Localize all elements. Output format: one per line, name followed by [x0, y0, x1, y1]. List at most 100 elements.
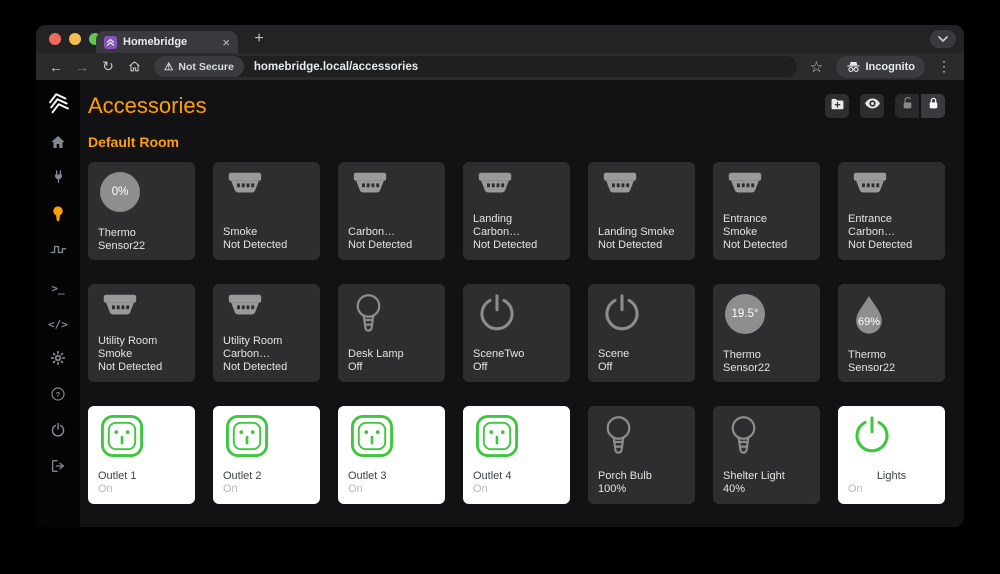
traffic-lights: [49, 33, 101, 45]
accessory-tile-smoke[interactable]: Smoke Not Detected: [213, 162, 320, 260]
homebridge-logo[interactable]: [36, 80, 80, 126]
accessory-name: Utility Room Carbon…: [223, 335, 283, 360]
accessory-status: On: [348, 483, 363, 495]
accessory-tile-outlet3[interactable]: Outlet 3 On: [338, 406, 445, 504]
outlet-icon: [225, 414, 269, 462]
tab-close-icon[interactable]: ×: [222, 36, 230, 49]
sidebar-item-settings[interactable]: [36, 342, 80, 378]
accessory-text: Entrance Smoke Not Detected: [723, 213, 810, 252]
sidebar-item-home[interactable]: [36, 126, 80, 162]
sensor-value-badge: 19.5°: [725, 294, 765, 334]
accessory-tile-landing-carbon[interactable]: Landing Carbon… Not Detected: [463, 162, 570, 260]
accessory-tile-thermo-sensor22[interactable]: 0% Thermo Sensor22: [88, 162, 195, 260]
browser-tab[interactable]: Homebridge ×: [96, 31, 238, 53]
sensor-value: 0%: [111, 186, 129, 198]
unlock-icon: [901, 96, 914, 116]
bookmark-star-icon[interactable]: ☆: [805, 56, 829, 78]
back-button[interactable]: ←: [44, 56, 68, 78]
page-header: Accessories: [88, 93, 945, 119]
accessory-tile-lights[interactable]: Lights On: [838, 406, 945, 504]
sidebar-item-terminal[interactable]: >_: [36, 270, 80, 306]
not-secure-badge[interactable]: ⚠ Not Secure: [154, 56, 244, 77]
accessory-status: Not Detected: [348, 239, 413, 251]
accessory-tile-outlet1[interactable]: Outlet 1 On: [88, 406, 195, 504]
accessory-text: Utility Room Smoke Not Detected: [98, 335, 185, 374]
sidebar-item-power[interactable]: [36, 414, 80, 450]
accessory-status: On: [473, 483, 488, 495]
close-window-button[interactable]: [49, 33, 61, 45]
accessory-status: Off: [598, 361, 613, 373]
smoke-icon: [225, 172, 265, 201]
accessory-text: Lights On: [848, 470, 935, 497]
eye-button[interactable]: [860, 94, 884, 118]
sidebar-item-help[interactable]: ?: [36, 378, 80, 414]
accessory-text: Outlet 4 On: [473, 470, 560, 497]
address-bar[interactable]: ⚠ Not Secure homebridge.local/accessorie…: [154, 56, 797, 77]
minimize-window-button[interactable]: [69, 33, 81, 45]
power-icon: [600, 294, 644, 340]
accessory-tile-scene[interactable]: Scene Off: [588, 284, 695, 382]
outlet-icon: [475, 414, 519, 462]
folder-add-button[interactable]: [825, 94, 849, 118]
accessory-name: Thermo Sensor22: [98, 227, 146, 252]
accessory-tile-porchbulb[interactable]: Porch Bulb 100%: [588, 406, 695, 504]
accessory-tile-entrance-carbon[interactable]: Entrance Carbon… Not Detected: [838, 162, 945, 260]
accessory-name: Entrance Carbon…: [848, 213, 896, 238]
accessory-name: Outlet 4: [473, 469, 512, 482]
accessory-text: Landing Smoke Not Detected: [598, 226, 685, 253]
accessory-status: Not Detected: [473, 239, 538, 251]
incognito-badge: Incognito: [835, 55, 925, 78]
unlock-button[interactable]: [895, 94, 919, 118]
lock-icon: [927, 96, 940, 116]
sidebar-item-code[interactable]: </>: [36, 306, 80, 342]
accessory-tile-scenetwo[interactable]: SceneTwo Off: [463, 284, 570, 382]
accessory-tile-shelterlight[interactable]: Shelter Light 40%: [713, 406, 820, 504]
home-button[interactable]: [122, 56, 146, 78]
eye-icon: [864, 97, 881, 115]
accessory-tile-desklamp[interactable]: Desk Lamp Off: [338, 284, 445, 382]
accessory-status: Not Detected: [223, 239, 288, 251]
accessory-tile-thermo-sensor22[interactable]: 69% Thermo Sensor22: [838, 284, 945, 382]
accessory-status: Not Detected: [723, 239, 788, 251]
accessory-status: Off: [473, 361, 488, 373]
accessory-tile-carbon[interactable]: Carbon… Not Detected: [338, 162, 445, 260]
accessory-text: Carbon… Not Detected: [348, 226, 435, 253]
home-icon: [50, 134, 66, 155]
accessory-tile-landingsmoke[interactable]: Landing Smoke Not Detected: [588, 162, 695, 260]
sidebar-item-activity[interactable]: [36, 234, 80, 270]
smoke-icon: [100, 294, 140, 323]
smoke-icon: [600, 172, 640, 201]
tab-search-chevron-icon[interactable]: [930, 30, 956, 48]
sidebar-item-logout[interactable]: [36, 450, 80, 486]
accessory-tile-utilityroom-smoke[interactable]: Utility Room Smoke Not Detected: [88, 284, 195, 382]
accessory-tile-thermo-sensor22[interactable]: 19.5° Thermo Sensor22: [713, 284, 820, 382]
sidebar-item-lightbulb[interactable]: [36, 198, 80, 234]
reload-button[interactable]: ↻: [96, 56, 120, 78]
forward-button[interactable]: →: [70, 56, 94, 78]
accessory-text: Entrance Carbon… Not Detected: [848, 213, 935, 252]
accessory-name: Landing Smoke: [598, 225, 675, 238]
accessory-status: On: [98, 483, 113, 495]
accessory-name: Thermo Sensor22: [723, 349, 771, 374]
accessory-name: Shelter Light: [723, 469, 785, 482]
accessory-status: On: [223, 483, 238, 495]
svg-text:?: ?: [56, 389, 61, 398]
accessory-name: Lights: [876, 469, 907, 482]
accessory-name: Outlet 3: [348, 469, 387, 482]
outlet-icon: [100, 414, 144, 462]
browser-menu-icon[interactable]: ⋮: [932, 56, 956, 78]
code-icon: </>: [48, 318, 68, 331]
accessory-text: Outlet 2 On: [223, 470, 310, 497]
logout-icon: [50, 458, 66, 479]
accessory-status: Not Detected: [98, 361, 163, 373]
accessory-tile-outlet2[interactable]: Outlet 2 On: [213, 406, 320, 504]
lock-button[interactable]: [921, 94, 945, 118]
new-tab-button[interactable]: +: [248, 28, 270, 50]
accessory-text: Outlet 1 On: [98, 470, 185, 497]
accessory-tile-entrance-smoke[interactable]: Entrance Smoke Not Detected: [713, 162, 820, 260]
page-title: Accessories: [88, 93, 207, 118]
accessory-tile-utilityroom-carbon[interactable]: Utility Room Carbon… Not Detected: [213, 284, 320, 382]
sidebar-item-plug[interactable]: [36, 162, 80, 198]
accessory-text: Shelter Light 40%: [723, 470, 810, 497]
accessory-tile-outlet4[interactable]: Outlet 4 On: [463, 406, 570, 504]
